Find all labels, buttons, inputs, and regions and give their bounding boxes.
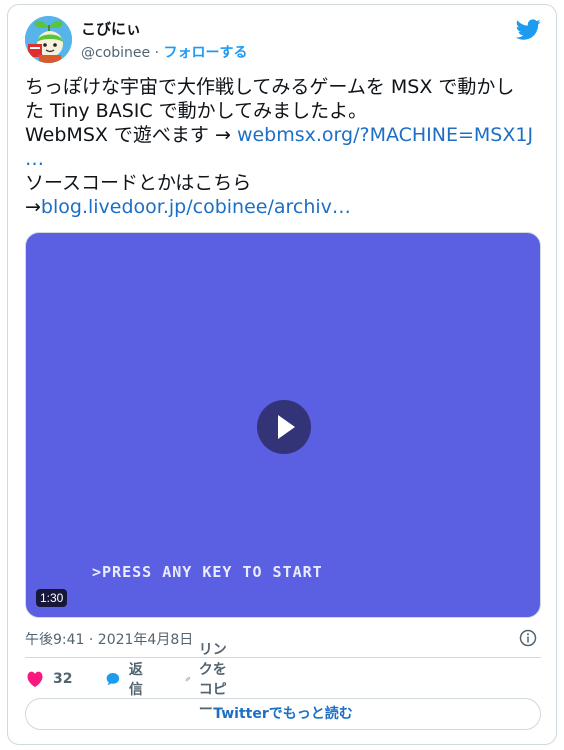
- like-button[interactable]: 32: [25, 668, 72, 690]
- tweet-line-6: →blog.livedoor.jp/cobinee/archiv…: [25, 195, 545, 219]
- separator-dot: ·: [154, 45, 160, 61]
- video-player[interactable]: >PRESS ANY KEY TO START 1:30: [25, 232, 541, 618]
- reply-label: 返信: [128, 662, 143, 698]
- tweet-card: こびにぃ @cobinee · フォローする ちっぽけな宇宙で大作戦してみるゲー…: [7, 4, 557, 745]
- user-name[interactable]: こびにぃ: [81, 18, 141, 39]
- tweet-line-5: ソースコードとかはこちら: [25, 172, 252, 194]
- blog-link[interactable]: blog.livedoor.jp/cobinee/archiv…: [41, 196, 351, 218]
- tweet-line-3: WebMSX で遊べます → webmsx.org/?MACHINE=MSX1J: [25, 123, 545, 147]
- play-icon: [278, 415, 295, 439]
- info-icon[interactable]: [519, 629, 537, 647]
- heart-icon: [27, 671, 43, 687]
- tweet-line-2: た Tiny BASIC で動かしてみましたよ。: [25, 100, 368, 122]
- arrow-text: →: [25, 196, 41, 218]
- tweet-timestamp[interactable]: 午後9:41 · 2021年4月8日: [25, 629, 193, 649]
- tweet-line-4: …: [25, 147, 545, 171]
- link-icon: [185, 676, 191, 682]
- copy-link-button[interactable]: リンクをコピー: [185, 642, 227, 718]
- user-handle[interactable]: @cobinee: [81, 45, 150, 61]
- webmsx-link-ellipsis[interactable]: …: [25, 148, 44, 170]
- reply-button[interactable]: 返信: [105, 662, 149, 698]
- tweet-line-3-text: WebMSX で遊べます →: [25, 124, 237, 146]
- tweet-line-1: ちっぽけな宇宙で大作戦してみるゲームを MSX で動かし: [25, 76, 515, 98]
- play-button[interactable]: [257, 400, 311, 454]
- video-screen-text: >PRESS ANY KEY TO START: [92, 563, 323, 581]
- video-duration-badge: 1:30: [36, 589, 68, 607]
- divider: [25, 657, 541, 658]
- tweet-text: ちっぽけな宇宙で大作戦してみるゲームを MSX で動かし た Tiny BASI…: [25, 75, 545, 219]
- twitter-bird-icon[interactable]: [516, 17, 541, 42]
- follow-button[interactable]: フォローする: [164, 45, 248, 61]
- handle-row: @cobinee · フォローする: [81, 42, 248, 62]
- read-more-button[interactable]: Twitterでもっと読む: [25, 698, 541, 730]
- webmsx-link[interactable]: webmsx.org/?MACHINE=MSX1J: [237, 124, 533, 146]
- avatar[interactable]: [25, 16, 72, 63]
- like-count: 32: [53, 671, 73, 687]
- reply-bubble-icon: [106, 673, 120, 685]
